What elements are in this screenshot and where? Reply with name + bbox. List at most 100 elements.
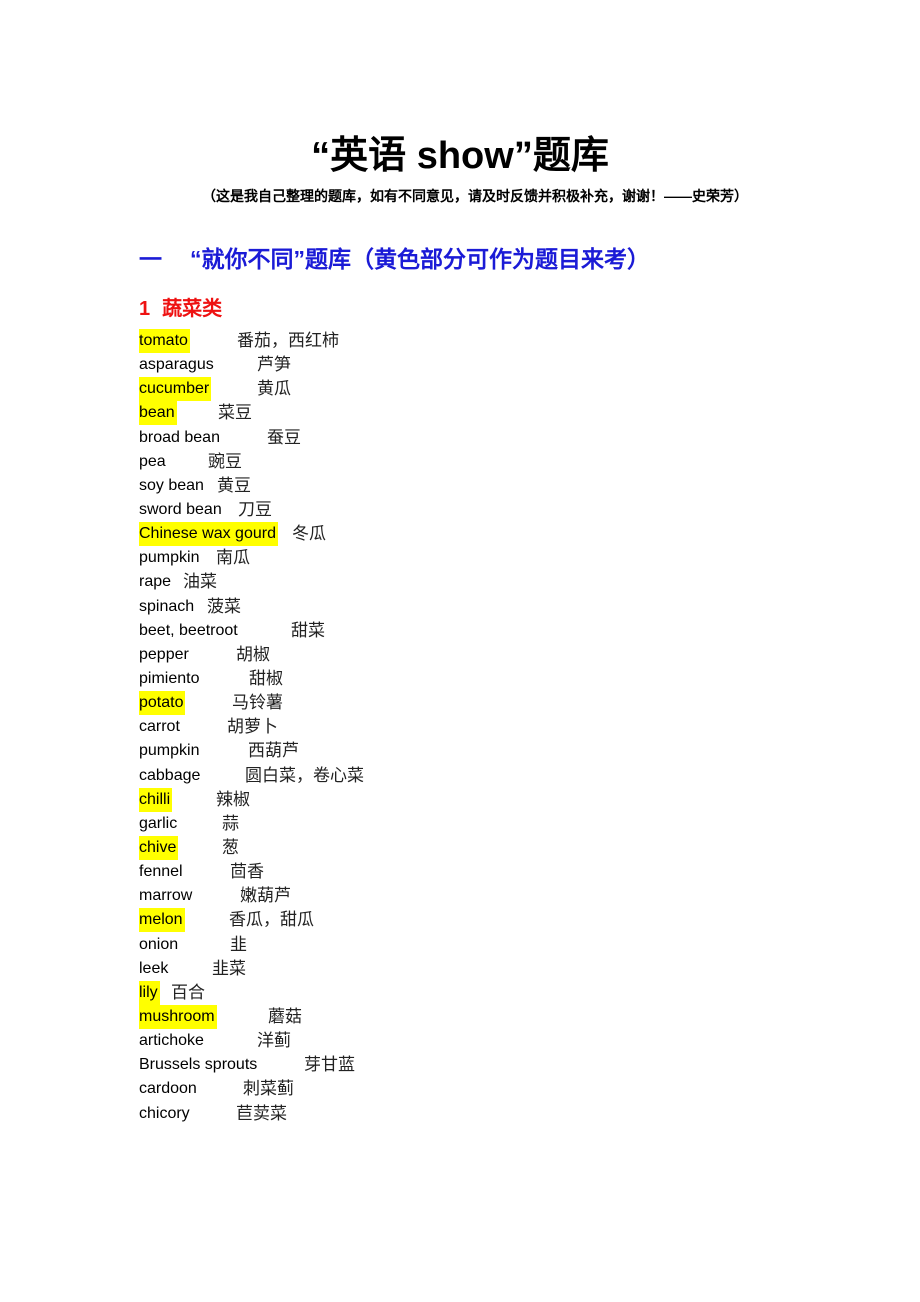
- english-word: pea: [139, 452, 166, 470]
- english-word: onion: [139, 935, 179, 953]
- vocabulary-row: rape 油菜: [139, 570, 739, 594]
- vocabulary-row: spinach 菠菜: [139, 595, 739, 619]
- vocabulary-row: cardoon 刺菜蓟: [139, 1077, 739, 1101]
- subsection-number: 1: [139, 298, 151, 320]
- english-word: pumpkin: [139, 742, 200, 760]
- english-word: cabbage: [139, 766, 201, 784]
- vocabulary-row: chilli 辣椒: [139, 787, 739, 812]
- english-word-highlighted: lily: [139, 980, 160, 1005]
- english-word: Brussels sprouts: [139, 1056, 258, 1074]
- english-word: artichoke: [139, 1032, 204, 1050]
- chinese-translation: 西葫芦: [248, 741, 299, 762]
- chinese-translation: 韭: [230, 934, 247, 955]
- vocabulary-row: carrot 胡萝卜: [139, 715, 739, 739]
- vocabulary-row: bean 菜豆: [139, 401, 739, 426]
- chinese-translation: 豌豆: [208, 451, 242, 472]
- chinese-translation: 韭菜: [212, 958, 246, 979]
- chinese-translation: 胡椒: [236, 644, 270, 665]
- english-word: spinach: [139, 597, 195, 615]
- document-title: “英语 show”题库: [311, 135, 609, 177]
- section-number: 一: [139, 246, 162, 272]
- english-word-highlighted: chive: [139, 835, 179, 860]
- chinese-translation: 胡萝卜: [227, 717, 278, 738]
- vocabulary-row: onion 韭: [139, 933, 739, 957]
- vocabulary-row: pumpkin 西葫芦: [139, 739, 739, 763]
- english-word: chicory: [139, 1104, 190, 1122]
- english-word: broad bean: [139, 428, 220, 446]
- chinese-translation: 葱: [222, 837, 239, 858]
- english-word: beet, beetroot: [139, 621, 238, 639]
- chinese-translation: 刺菜蓟: [243, 1079, 294, 1100]
- vocabulary-row: cucumber 黄瓜: [139, 377, 739, 402]
- vocabulary-row: pimiento 甜椒: [139, 667, 739, 691]
- vocabulary-row: cabbage 圆白菜，卷心菜: [139, 764, 739, 788]
- chinese-translation: 菠菜: [207, 596, 241, 617]
- vocabulary-row: beet, beetroot 甜菜: [139, 619, 739, 643]
- english-word-highlighted: chilli: [139, 787, 173, 812]
- chinese-translation: 冬瓜: [292, 524, 326, 545]
- vocabulary-row: garlic 蒜: [139, 812, 739, 836]
- english-word-highlighted: cucumber: [139, 377, 212, 402]
- vocabulary-row: tomato 番茄，西红柿: [139, 329, 739, 353]
- english-word: garlic: [139, 814, 178, 832]
- chinese-translation: 蘑菇: [268, 1006, 302, 1027]
- vocabulary-row: pumpkin 南瓜: [139, 546, 739, 570]
- chinese-translation: 洋蓟: [257, 1031, 291, 1052]
- english-word-highlighted: potato: [139, 691, 186, 716]
- english-word: pepper: [139, 645, 189, 663]
- document-subtitle: （这是我自己整理的题库，如有不同意见，请及时反馈并积极补充，谢谢！——史荣芳）: [202, 188, 748, 204]
- chinese-translation: 菜豆: [218, 403, 252, 424]
- vocabulary-row: lily 百合: [139, 980, 739, 1005]
- vocabulary-row: melon 香瓜，甜瓜: [139, 908, 739, 933]
- chinese-translation: 南瓜: [216, 548, 250, 569]
- vocabulary-row: leek 韭菜: [139, 957, 739, 981]
- chinese-translation: 苣荬菜: [236, 1103, 287, 1124]
- english-word-highlighted: melon: [139, 908, 185, 933]
- chinese-translation: 圆白菜，卷心菜: [245, 765, 364, 786]
- english-word-highlighted: mushroom: [139, 1004, 217, 1029]
- vocabulary-row: Brussels sprouts 芽甘蓝: [139, 1053, 739, 1077]
- vocabulary-row: asparagus 芦笋: [139, 353, 739, 377]
- chinese-translation: 芦笋: [257, 355, 291, 376]
- section-title: “就你不同”题库（黄色部分可作为题目来考）: [190, 246, 650, 272]
- chinese-translation: 蚕豆: [267, 427, 301, 448]
- vocabulary-row: chicory 苣荬菜: [139, 1102, 739, 1126]
- vocabulary-row: pepper 胡椒: [139, 643, 739, 667]
- subsection-heading: 1 蔬菜类: [139, 292, 222, 321]
- chinese-translation: 马铃薯: [232, 693, 283, 714]
- chinese-translation: 蒜: [222, 813, 239, 834]
- english-word: cardoon: [139, 1080, 197, 1098]
- chinese-translation: 嫩葫芦: [240, 886, 291, 907]
- vocabulary-row: pea 豌豆: [139, 450, 739, 474]
- vocabulary-row: sword bean 刀豆: [139, 498, 739, 522]
- chinese-translation: 甜椒: [249, 668, 283, 689]
- english-word: sword bean: [139, 500, 222, 518]
- vocabulary-row: marrow 嫩葫芦: [139, 884, 739, 908]
- vocabulary-row: broad bean 蚕豆: [139, 426, 739, 450]
- subsection-title: 蔬菜类: [162, 298, 223, 320]
- english-word: soy bean: [139, 476, 204, 494]
- english-word: marrow: [139, 887, 193, 905]
- chinese-translation: 香瓜，甜瓜: [229, 910, 314, 931]
- english-word-highlighted: tomato: [139, 329, 190, 353]
- english-word: pimiento: [139, 669, 200, 687]
- chinese-translation: 番茄，西红柿: [237, 331, 339, 351]
- vocabulary-row: chive 葱: [139, 835, 739, 860]
- english-word: fennel: [139, 863, 183, 881]
- vocabulary-row: mushroom 蘑菇: [139, 1004, 739, 1029]
- chinese-translation: 黄豆: [217, 475, 251, 496]
- chinese-translation: 茴香: [230, 862, 264, 883]
- chinese-translation: 甜菜: [291, 620, 325, 641]
- english-word: carrot: [139, 718, 180, 736]
- vocabulary-row: soy bean 黄豆: [139, 474, 739, 498]
- english-word: leek: [139, 959, 169, 977]
- english-word-highlighted: Chinese wax gourd: [139, 522, 278, 547]
- chinese-translation: 油菜: [183, 572, 217, 593]
- english-word-highlighted: bean: [139, 401, 177, 426]
- english-word: asparagus: [139, 356, 214, 374]
- vocabulary-row: fennel 茴香: [139, 860, 739, 884]
- chinese-translation: 芽甘蓝: [304, 1055, 355, 1076]
- vocabulary-row: Chinese wax gourd 冬瓜: [139, 522, 739, 547]
- section-heading: 一 “就你不同”题库（黄色部分可作为题目来考）: [139, 240, 650, 274]
- chinese-translation: 辣椒: [216, 789, 250, 810]
